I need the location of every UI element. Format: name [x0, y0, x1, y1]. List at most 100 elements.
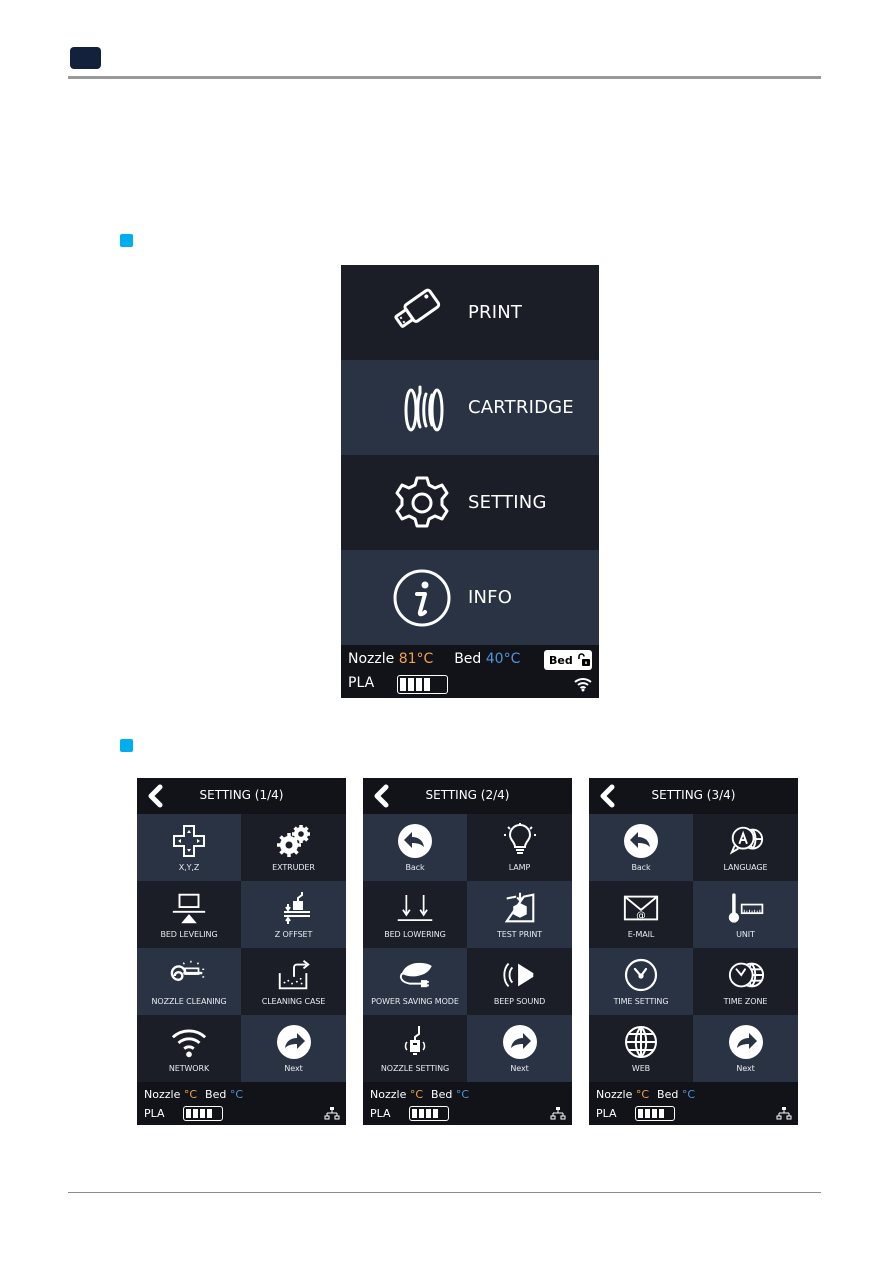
header-divider — [68, 76, 821, 79]
tile-bed-leveling[interactable]: BED LEVELING — [137, 881, 241, 948]
nozzle-label: Nozzle — [348, 651, 395, 667]
unlock-icon — [577, 653, 590, 666]
bed-leveling-icon — [170, 890, 208, 926]
section-bullet — [120, 739, 133, 752]
temperature-readout: Nozzle °C Bed °C — [596, 1088, 695, 1101]
globe-icon — [622, 1024, 660, 1060]
material-label: PLA — [348, 675, 375, 691]
tile-label: Back — [631, 863, 651, 872]
filament-spool-icon — [389, 375, 455, 441]
cartridge-level-indicator — [397, 675, 448, 694]
tile-label: Next — [510, 1064, 529, 1073]
email-icon: @ — [622, 890, 660, 926]
tile-nozzle-setting[interactable]: NOZZLE SETTING — [363, 1015, 467, 1082]
bed-temperature: 40°C — [485, 651, 521, 667]
menu-item-cartridge[interactable]: CARTRIDGE — [341, 360, 599, 455]
status-bar: Nozzle °C Bed °C PLA — [363, 1082, 572, 1125]
menu-item-info[interactable]: INFO — [341, 550, 599, 645]
nozzle-label: Nozzle — [144, 1088, 181, 1101]
cartridge-level-indicator — [635, 1106, 675, 1121]
footer-divider — [68, 1192, 821, 1193]
cleaning-case-icon — [275, 957, 313, 993]
lightbulb-icon — [501, 823, 539, 859]
tile-web[interactable]: WEB — [589, 1015, 693, 1082]
tile-label: Next — [284, 1064, 303, 1073]
tile-label: Z OFFSET — [274, 930, 313, 939]
next-arrow-icon — [275, 1024, 313, 1060]
gear-icon — [389, 470, 455, 536]
settings-page-title: SETTING (1/4) — [199, 788, 284, 802]
tile-extruder[interactable]: EXTRUDER — [241, 814, 346, 881]
settings-page-title: SETTING (3/4) — [651, 788, 736, 802]
lan-icon — [550, 1107, 566, 1120]
bed-temperature: °C — [681, 1088, 696, 1101]
tile-next[interactable]: Next — [467, 1015, 572, 1082]
nozzle-label: Nozzle — [596, 1088, 633, 1101]
tile-z-offset[interactable]: Z OFFSET — [241, 881, 346, 948]
tile-label: E-MAIL — [627, 930, 655, 939]
tile-e-mail[interactable]: @ E-MAIL — [589, 881, 693, 948]
info-icon — [389, 565, 455, 631]
tile-cleaning-case[interactable]: CLEANING CASE — [241, 948, 346, 1015]
nozzle-temperature: °C — [409, 1088, 424, 1101]
tile-label: X,Y,Z — [178, 863, 200, 872]
menu-item-label: SETTING — [468, 492, 547, 513]
tile-next[interactable]: Next — [241, 1015, 346, 1082]
tile-label: NOZZLE SETTING — [380, 1064, 450, 1073]
leaf-plug-icon — [396, 957, 434, 993]
tile-next[interactable]: Next — [693, 1015, 798, 1082]
nozzle-temperature: 81°C — [398, 651, 434, 667]
tile-label: POWER SAVING MODE — [371, 997, 459, 1006]
tile-label: UNIT — [736, 930, 755, 939]
test-print-icon — [501, 890, 539, 926]
tile-language[interactable]: LANGUAGE — [693, 814, 798, 881]
tile-time-zone[interactable]: TIME ZONE — [693, 948, 798, 1015]
tile-back[interactable]: Back — [589, 814, 693, 881]
menu-item-print[interactable]: PRINT — [341, 265, 599, 360]
nozzle-icon — [396, 1024, 434, 1060]
section-bullet — [120, 234, 133, 247]
tile-label: LANGUAGE — [723, 863, 768, 872]
tile-lamp[interactable]: LAMP — [467, 814, 572, 881]
settings-header: SETTING (1/4) — [137, 778, 346, 814]
tile-label: TIME SETTING — [613, 997, 669, 1006]
tile-label: BED LOWERING — [384, 930, 446, 939]
nozzle-temperature: °C — [183, 1088, 198, 1101]
bed-label: Bed — [657, 1088, 679, 1101]
tile-network[interactable]: NETWORK — [137, 1015, 241, 1082]
temperature-readout: Nozzle °C Bed °C — [370, 1088, 469, 1101]
tile-back[interactable]: Back — [363, 814, 467, 881]
menu-item-setting[interactable]: SETTING — [341, 455, 599, 550]
tile-nozzle-cleaning[interactable]: NOZZLE CLEANING — [137, 948, 241, 1015]
gears-icon — [275, 823, 313, 859]
tile-time-setting[interactable]: TIME SETTING — [589, 948, 693, 1015]
settings-screen-page-3: SETTING (3/4) Back LANGUAGE @ E-MAIL UNIT TIME… — [589, 778, 798, 1125]
tile-bed-lowering[interactable]: BED LOWERING — [363, 881, 467, 948]
settings-screen-page-2: SETTING (2/4) Back LAMP BED LOWERING TEST PR… — [363, 778, 572, 1125]
menu-item-label: CARTRIDGE — [468, 397, 574, 418]
tile-label: NOZZLE CLEANING — [151, 997, 227, 1006]
temperature-readout: Nozzle °C Bed °C — [144, 1088, 243, 1101]
tile-label: Next — [736, 1064, 755, 1073]
svg-text:@: @ — [636, 910, 646, 921]
tile-x-y-z[interactable]: X,Y,Z — [137, 814, 241, 881]
menu-item-label: INFO — [468, 587, 513, 608]
tile-test-print[interactable]: TEST PRINT — [467, 881, 572, 948]
bed-label: Bed — [431, 1088, 453, 1101]
tile-unit[interactable]: UNIT — [693, 881, 798, 948]
tile-label: NETWORK — [168, 1064, 210, 1073]
nozzle-temperature: °C — [635, 1088, 650, 1101]
tile-label: CLEANING CASE — [261, 997, 326, 1006]
usb-drive-icon — [389, 280, 455, 346]
clock-icon — [622, 957, 660, 993]
z-offset-icon — [275, 890, 313, 926]
material-label: PLA — [144, 1107, 165, 1120]
settings-page-title: SETTING (2/4) — [425, 788, 510, 802]
clock-globe-icon — [727, 957, 765, 993]
tile-power-saving-mode[interactable]: POWER SAVING MODE — [363, 948, 467, 1015]
tile-label: BEEP SOUND — [493, 997, 546, 1006]
bed-lock-button-label: Bed — [549, 653, 573, 667]
bed-lock-button[interactable]: Bed — [544, 650, 592, 670]
tile-label: Back — [405, 863, 425, 872]
tile-beep-sound[interactable]: BEEP SOUND — [467, 948, 572, 1015]
